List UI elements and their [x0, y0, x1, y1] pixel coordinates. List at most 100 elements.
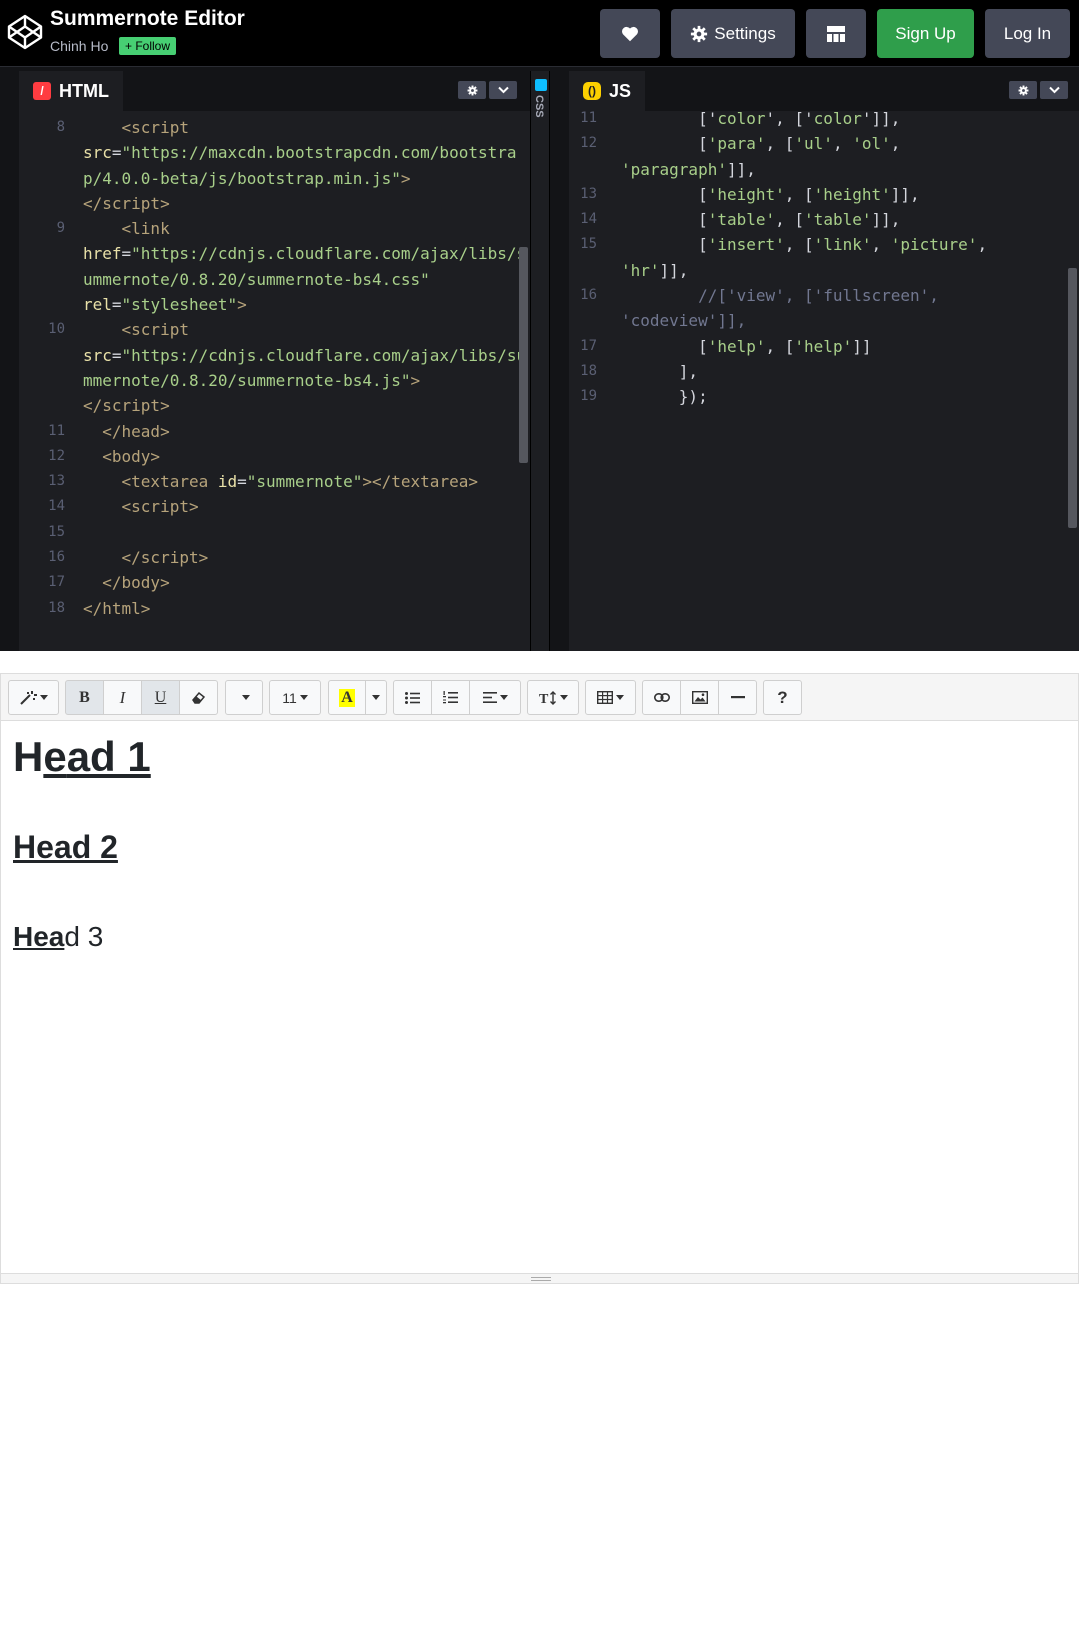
html-tab[interactable]: / HTML	[19, 71, 123, 111]
code-line: 16 //['view', ['fullscreen', 'codeview']…	[580, 286, 939, 331]
insert-picture-button[interactable]	[680, 680, 719, 715]
font-size-dropdown[interactable]: 11	[269, 680, 321, 715]
fontname-group	[225, 680, 263, 715]
html-scrollbar[interactable]	[519, 247, 528, 463]
html-settings-button[interactable]	[458, 81, 486, 99]
code-line: 13 ['height', ['height']],	[580, 184, 920, 204]
chevron-down-icon	[497, 86, 509, 94]
code-line: 17 ['help', ['help']]	[580, 336, 872, 356]
line-height-dropdown[interactable]: T	[527, 680, 579, 715]
table-icon	[597, 691, 613, 704]
ordered-list-button[interactable]	[431, 680, 470, 715]
fontsize-group: 11	[269, 680, 321, 715]
chevron-down-icon	[1048, 86, 1060, 94]
js-tab-label: JS	[609, 80, 632, 101]
color-dropdown-button[interactable]	[365, 680, 387, 715]
code-line: 18 ],	[580, 361, 699, 381]
align-left-icon	[482, 692, 497, 703]
css-file-icon	[535, 79, 547, 91]
code-line: 13 <textarea id="summernote"></textarea>	[48, 472, 478, 492]
svg-text:T: T	[539, 692, 549, 705]
help-group: ?	[763, 680, 802, 715]
code-line: 19 });	[580, 387, 708, 407]
magic-wand-icon	[20, 690, 37, 705]
unordered-list-button[interactable]	[393, 680, 432, 715]
horizontal-rule-icon	[730, 696, 745, 699]
font-name-dropdown[interactable]	[225, 680, 263, 715]
author-name[interactable]: Chinh Ho	[50, 38, 108, 54]
italic-button[interactable]: I	[103, 680, 142, 715]
summernote-toolbar: B I U 11 A T ?	[0, 673, 1079, 721]
style-dropdown-button[interactable]	[8, 680, 59, 715]
html-tab-label: HTML	[59, 80, 109, 101]
settings-label: Settings	[714, 23, 776, 43]
html-editor-pane[interactable]: / HTML 8 <script src="https://maxcdn.boo…	[19, 71, 530, 651]
js-collapse-button[interactable]	[1040, 81, 1068, 99]
heading-1: Head 1	[13, 733, 151, 781]
follow-button[interactable]: + Follow	[119, 37, 177, 55]
underline-button[interactable]: U	[141, 680, 180, 715]
code-line: 9 <link href="https://cdnjs.cloudflare.c…	[56, 219, 527, 315]
css-editor-pane-collapsed[interactable]: CSS	[530, 71, 550, 651]
summernote-editable-area[interactable]: Head 1 Head 2 Head 3	[0, 721, 1079, 1273]
pen-title[interactable]: Summernote Editor	[50, 7, 245, 31]
link-icon	[653, 693, 670, 702]
js-tab[interactable]: () JS	[569, 71, 646, 111]
heading-1-small-text: ad 1	[66, 733, 151, 780]
code-line: 14 ['table', ['table']],	[580, 210, 901, 230]
resize-grip-icon[interactable]	[531, 1277, 551, 1281]
code-line: 14 <script>	[48, 497, 199, 517]
layout-grid-icon	[827, 25, 845, 42]
heading-3: Head 3	[13, 921, 103, 953]
bullet-list-icon	[405, 691, 420, 704]
code-line: 15	[48, 523, 65, 540]
insert-hr-button[interactable]	[718, 680, 757, 715]
js-pane-header: () JS	[569, 71, 1079, 111]
heading-2: Head 2	[13, 829, 118, 865]
heading-1-start: H	[13, 733, 44, 780]
code-line: 12 ['para', ['ul', 'ol', 'paragraph']],	[580, 134, 901, 179]
code-line: 18 </html>	[48, 598, 151, 618]
sign-up-button[interactable]: Sign Up	[877, 9, 974, 58]
numbered-list-icon	[443, 691, 458, 704]
js-code[interactable]: 11 ['color', ['color']], 12 ['para', ['u…	[569, 106, 1079, 410]
js-editor-pane[interactable]: () JS 11 ['color', ['color']], 12 ['para…	[569, 71, 1079, 651]
color-group: A	[328, 680, 387, 715]
eraser-icon	[191, 691, 205, 704]
top-header: Summernote Editor Chinh Ho + Follow Sett…	[0, 0, 1079, 67]
change-view-button[interactable]	[806, 9, 866, 58]
html-pane-header: / HTML	[19, 71, 530, 111]
recent-color-button[interactable]: A	[328, 680, 366, 715]
codepen-logo-icon[interactable]	[7, 14, 43, 50]
js-file-icon: ()	[583, 82, 601, 100]
style-group	[8, 680, 59, 715]
code-line: 12 <body>	[48, 446, 161, 466]
log-in-button[interactable]: Log In	[985, 9, 1070, 58]
text-height-icon: T	[539, 690, 556, 705]
js-scrollbar[interactable]	[1068, 268, 1077, 528]
table-group	[585, 680, 636, 715]
picture-icon	[691, 691, 708, 704]
bold-button[interactable]: B	[65, 680, 104, 715]
html-code[interactable]: 8 <script src="https://maxcdn.bootstrapc…	[19, 115, 530, 621]
font-style-group: B I U	[65, 680, 218, 715]
settings-button[interactable]: Settings	[671, 9, 795, 58]
text-color-icon: A	[339, 688, 355, 707]
html-collapse-button[interactable]	[489, 81, 517, 99]
html-file-icon: /	[33, 82, 51, 100]
help-button[interactable]: ?	[763, 680, 802, 715]
code-line: 10 <script src="https://cdnjs.cloudflare…	[48, 320, 527, 416]
insert-link-button[interactable]	[642, 680, 681, 715]
gear-icon	[467, 85, 477, 95]
heading-3-rest: d 3	[64, 921, 104, 952]
height-group: T	[527, 680, 579, 715]
code-line: 11 ['color', ['color']],	[580, 109, 901, 128]
css-tab-label: CSS	[533, 95, 545, 118]
editor-resize-bar[interactable]	[0, 1273, 1079, 1284]
gear-icon	[691, 25, 708, 42]
js-settings-button[interactable]	[1009, 81, 1037, 99]
paragraph-align-dropdown[interactable]	[469, 680, 521, 715]
heart-button[interactable]	[600, 9, 660, 58]
clear-format-button[interactable]	[179, 680, 218, 715]
table-dropdown[interactable]	[585, 680, 636, 715]
